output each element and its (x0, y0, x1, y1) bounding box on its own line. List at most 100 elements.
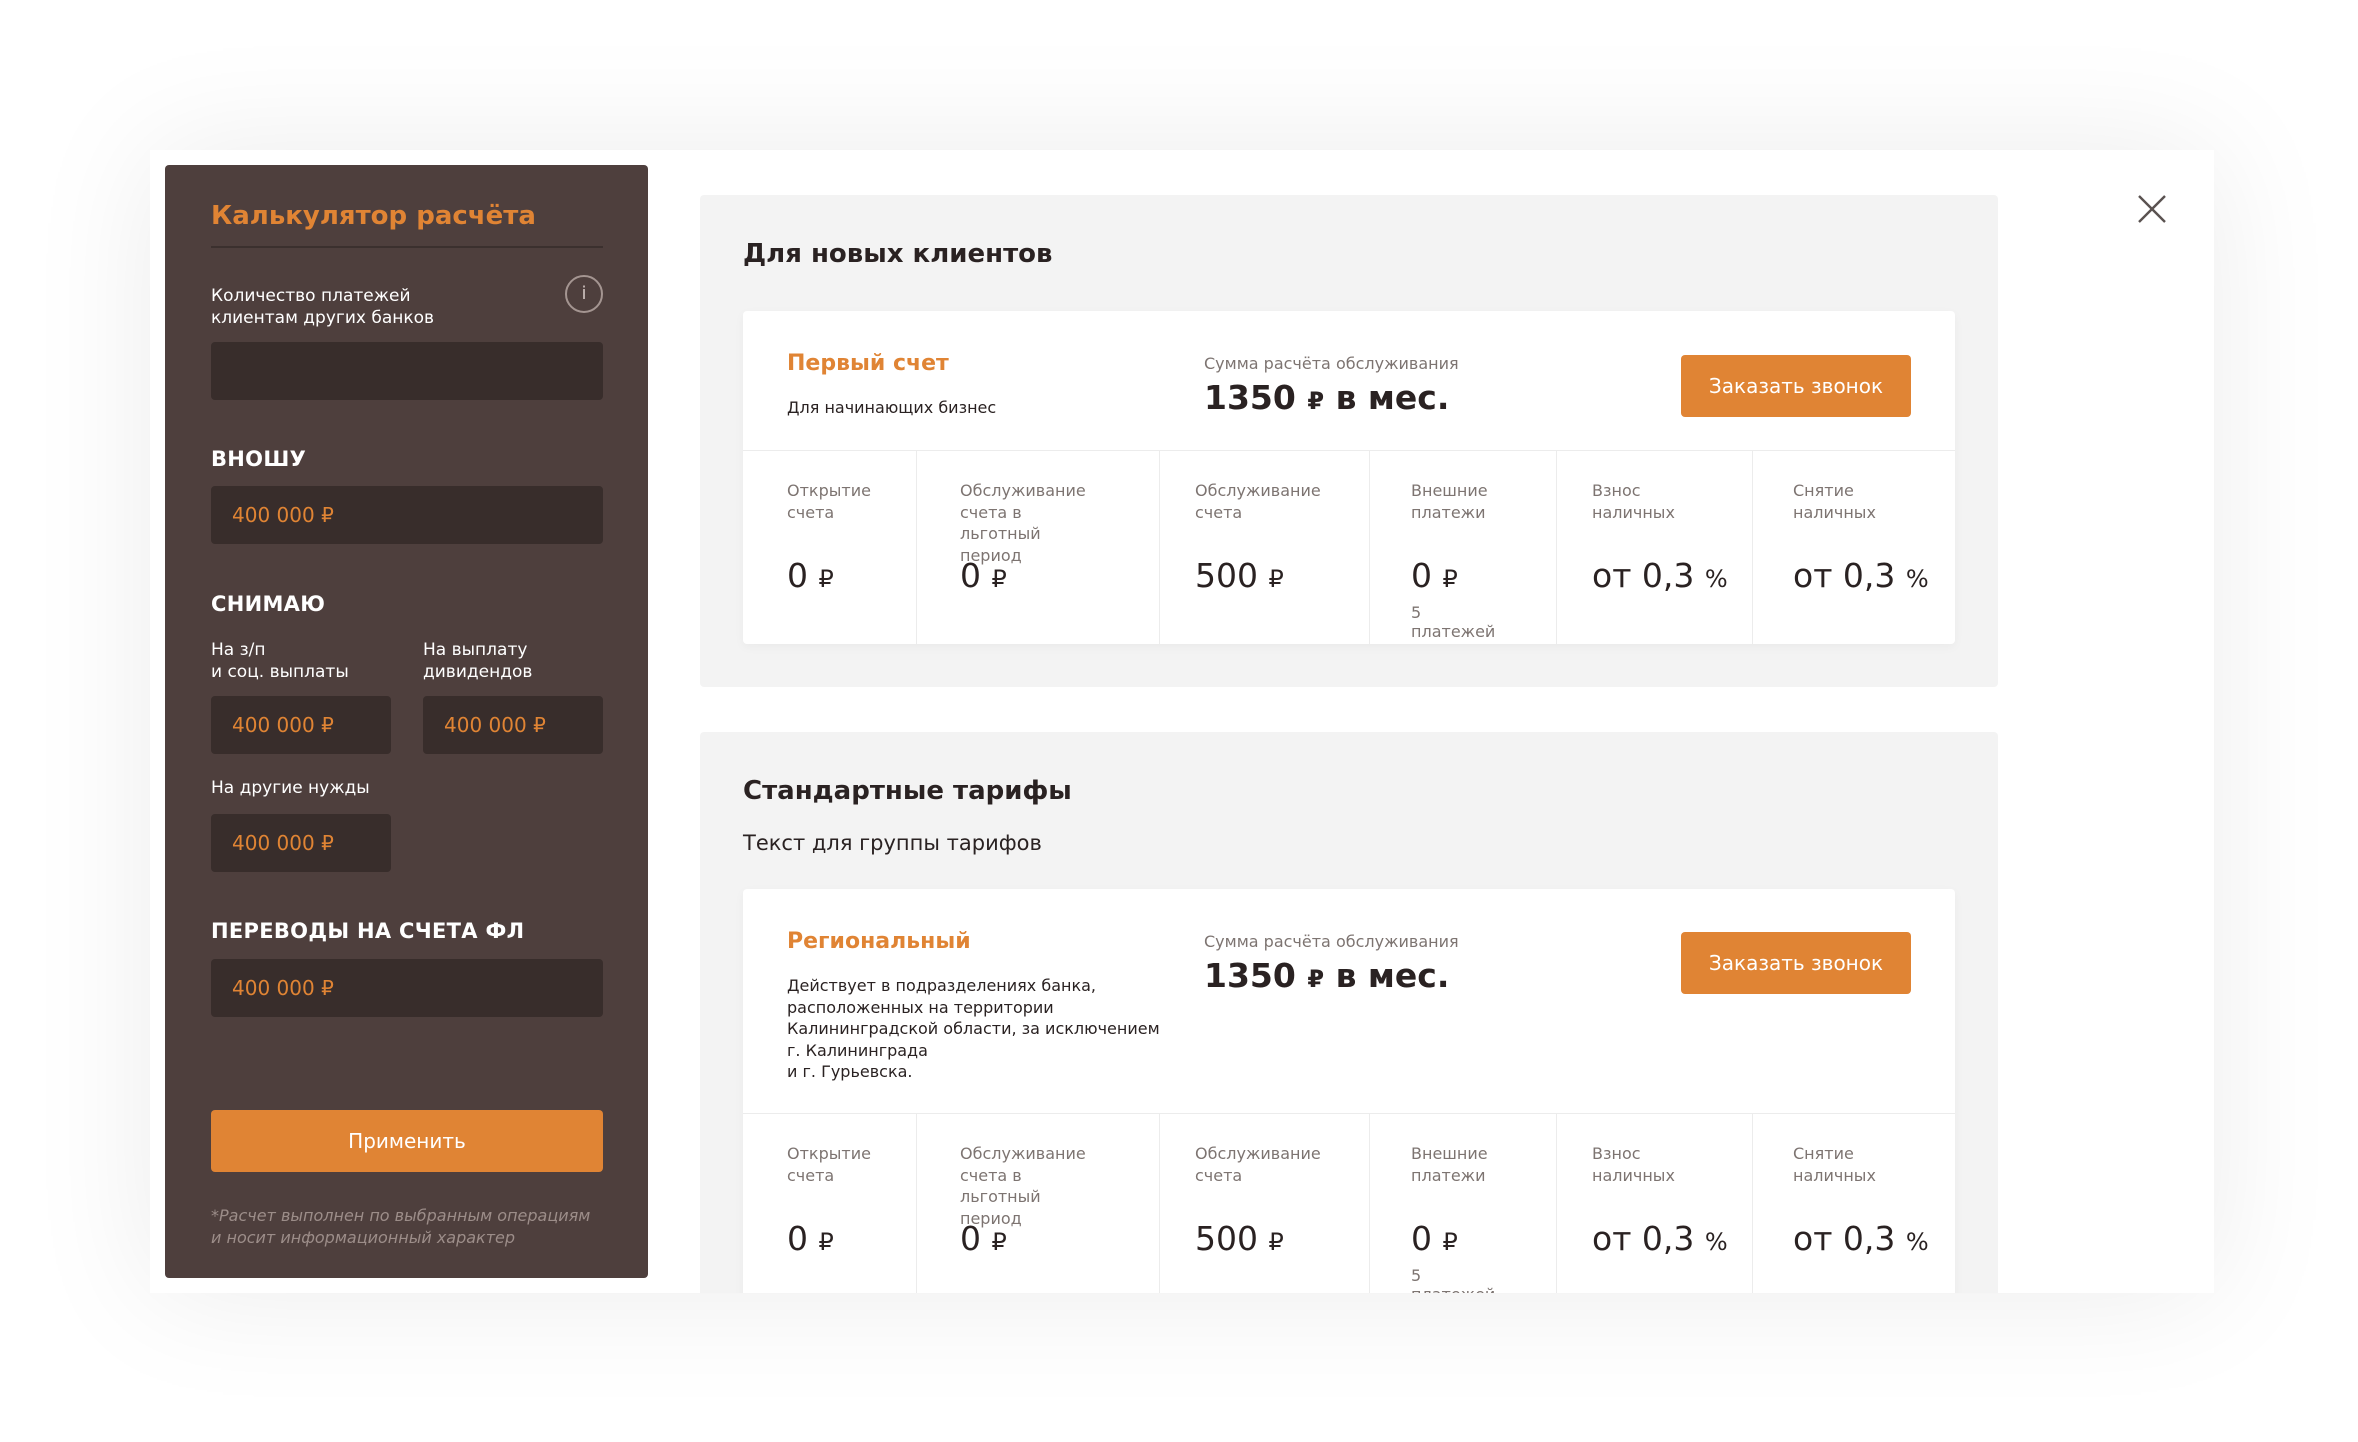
column-subtext: 5 платежей (1411, 1266, 1495, 1293)
other-label: На другие нужды (211, 778, 370, 798)
group-standard-tariffs: Стандартные тарифы Текст для группы тари… (700, 732, 1998, 1293)
column-value-number: 0 (960, 556, 981, 595)
column-divider (1556, 1113, 1557, 1293)
calculator-divider (211, 246, 603, 248)
column-value: 500 ₽ (1195, 556, 1284, 595)
column-value-unit: ₽ (1442, 1228, 1458, 1256)
column-value-number: от 0,3 (1793, 1219, 1896, 1258)
group-new-clients: Для новых клиентов Первый счет Для начин… (700, 195, 1998, 687)
column-value-number: от 0,3 (1592, 556, 1695, 595)
column-value-unit: % (1905, 565, 1929, 593)
calculator-title: Калькулятор расчёта (211, 201, 536, 231)
column-value-unit: ₽ (1268, 1228, 1284, 1256)
tariff-description: Действует в подразделениях банка, распол… (787, 976, 1160, 1081)
withdraw-caption: СНИМАЮ (211, 592, 326, 616)
column-value-number: 0 (1411, 1219, 1432, 1258)
deposit-input[interactable]: 400 000 ₽ (211, 486, 603, 544)
column-divider (1159, 1113, 1160, 1293)
column-divider (1369, 450, 1370, 644)
deposit-caption: ВНОШУ (211, 447, 307, 471)
sum-suffix: в мес. (1335, 956, 1450, 995)
other-input[interactable]: 400 000 ₽ (211, 814, 391, 872)
column-value-number: 0 (787, 1219, 808, 1258)
calculation-note: *Расчет выполнен по выбранным операциям … (211, 1206, 591, 1247)
group-title: Для новых клиентов (743, 239, 1053, 269)
column-value-number: 0 (787, 556, 808, 595)
column-value-unit: % (1905, 1228, 1929, 1256)
payments-label: Количество платежей клиентам других банк… (211, 286, 435, 328)
column-divider (916, 450, 917, 644)
column-divider (1752, 1113, 1753, 1293)
column-value-unit: ₽ (991, 565, 1007, 593)
info-icon[interactable]: i (565, 275, 603, 313)
column-value: 0 ₽ (787, 1219, 834, 1258)
column-value: от 0,3 % (1793, 1219, 1929, 1258)
column-value: от 0,3 % (1592, 556, 1728, 595)
tariff-name: Региональный (787, 929, 971, 954)
tariff-columns: Открытие счета 0 ₽ Обслуживание счета в ль… (743, 450, 1955, 644)
transfers-caption: ПЕРЕВОДЫ НА СЧЕТА ФЛ (211, 919, 525, 943)
column-value-number: 500 (1195, 1219, 1258, 1258)
sum-suffix: в мес. (1335, 378, 1450, 417)
column-value: от 0,3 % (1592, 1219, 1728, 1258)
column-divider (916, 1113, 917, 1293)
column-value-unit: ₽ (818, 1228, 834, 1256)
column-label: Обслуживание счета в льготный период (960, 1144, 1086, 1228)
column-value-number: 0 (1411, 556, 1432, 595)
column-divider (1556, 450, 1557, 644)
column-divider (1369, 1113, 1370, 1293)
column-value: 0 ₽ (787, 556, 834, 595)
column-label: Снятие наличных (1793, 481, 1876, 522)
sum-value: 1350 ₽ в мес. (1204, 378, 1449, 417)
transfers-input[interactable]: 400 000 ₽ (211, 959, 603, 1017)
column-value: 500 ₽ (1195, 1219, 1284, 1258)
column-label: Взнос наличных (1592, 1144, 1675, 1185)
tariff-card: Первый счет Для начинающих бизнес Сумма … (743, 311, 1955, 644)
sum-amount: 1350 (1204, 378, 1296, 417)
column-value: от 0,3 % (1793, 556, 1929, 595)
payments-input[interactable] (211, 342, 603, 400)
column-value-unit: ₽ (1442, 565, 1458, 593)
column-value-number: от 0,3 (1793, 556, 1896, 595)
column-value-number: 500 (1195, 556, 1258, 595)
sum-amount: 1350 (1204, 956, 1296, 995)
column-label: Взнос наличных (1592, 481, 1675, 522)
column-value-unit: % (1704, 565, 1728, 593)
group-text: Текст для группы тарифов (743, 831, 1042, 855)
tariff-description: Для начинающих бизнес (787, 398, 997, 417)
sum-currency: ₽ (1307, 965, 1325, 993)
column-label: Открытие счета (787, 1144, 871, 1185)
close-icon[interactable] (2135, 192, 2169, 226)
apply-button[interactable]: Применить (211, 1110, 603, 1172)
sum-label: Сумма расчёта обслуживания (1204, 932, 1459, 951)
order-call-button[interactable]: Заказать звонок (1681, 355, 1911, 417)
salary-label: На з/п и соц. выплаты (211, 640, 349, 682)
column-value: 0 ₽ (960, 556, 1007, 595)
tariff-columns: Открытие счета 0 ₽ Обслуживание счета в ль… (743, 1113, 1955, 1293)
column-label: Обслуживание счета в льготный период (960, 481, 1086, 565)
column-value-unit: ₽ (818, 565, 834, 593)
tariff-card: Региональный Действует в подразделениях … (743, 889, 1955, 1293)
column-subtext: 5 платежей (1411, 603, 1496, 641)
column-value: 0 ₽ (960, 1219, 1007, 1258)
column-divider (1752, 450, 1753, 644)
column-label: Обслуживание счета (1195, 481, 1321, 522)
sum-value: 1350 ₽ в мес. (1204, 956, 1449, 995)
dividends-input[interactable]: 400 000 ₽ (423, 696, 603, 754)
sum-label: Сумма расчёта обслуживания (1204, 354, 1459, 373)
column-value-number: 0 (960, 1219, 981, 1258)
tariff-modal: Калькулятор расчёта Количество платежей … (150, 150, 2214, 1293)
column-label: Открытие счета (787, 481, 871, 522)
column-value-unit: ₽ (991, 1228, 1007, 1256)
column-divider (1159, 450, 1160, 644)
column-value-number: от 0,3 (1592, 1219, 1695, 1258)
calculator-panel: Калькулятор расчёта Количество платежей … (165, 165, 648, 1278)
group-title: Стандартные тарифы (743, 776, 1072, 806)
order-call-button[interactable]: Заказать звонок (1681, 932, 1911, 994)
column-label: Снятие наличных (1793, 1144, 1876, 1185)
column-value: 0 ₽ (1411, 1219, 1458, 1258)
dividends-label: На выплату дивидендов (423, 640, 533, 682)
column-label: Внешние платежи (1411, 1144, 1488, 1185)
salary-input[interactable]: 400 000 ₽ (211, 696, 391, 754)
tariff-name: Первый счет (787, 351, 949, 376)
